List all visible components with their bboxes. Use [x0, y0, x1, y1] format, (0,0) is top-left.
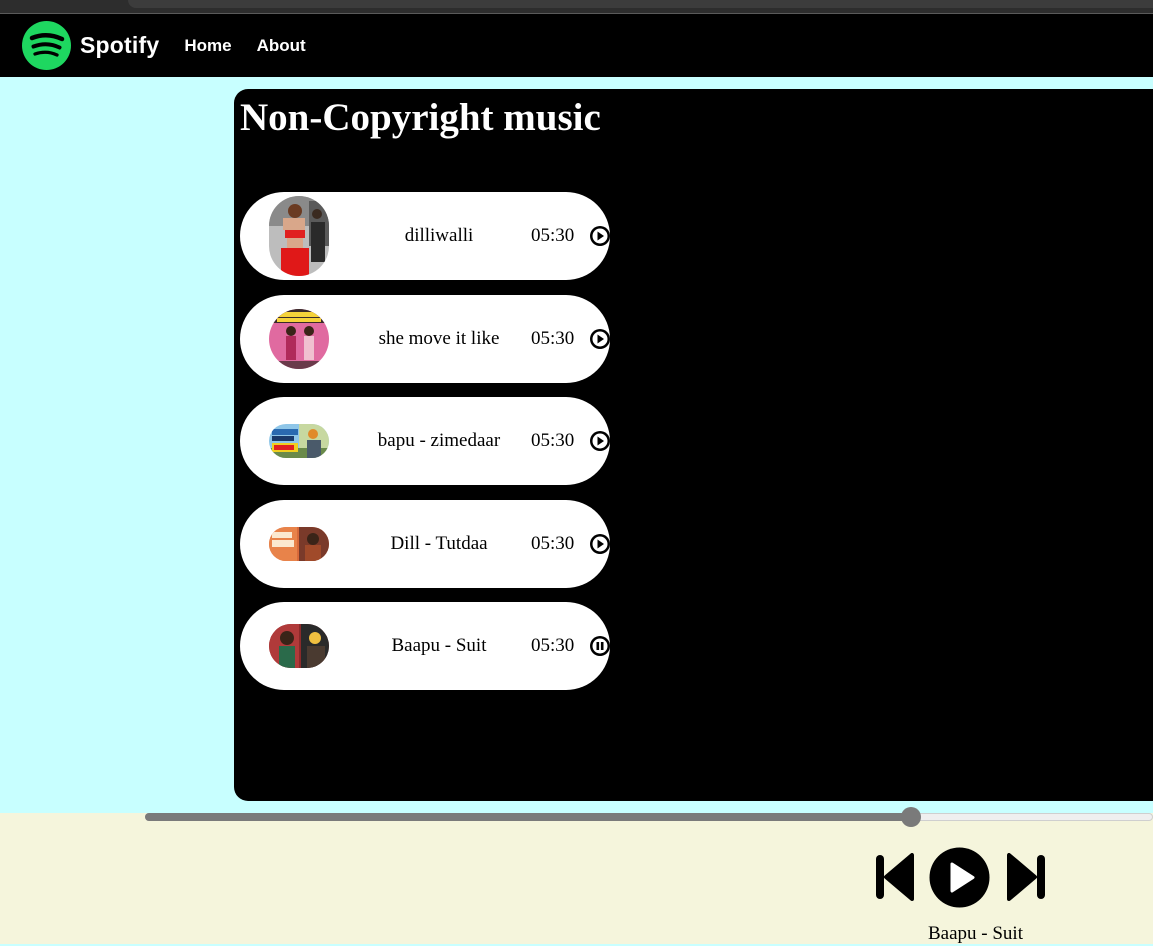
playback-controls	[874, 847, 1049, 908]
play-icon[interactable]	[929, 847, 990, 908]
progress-slider[interactable]	[145, 807, 1153, 827]
play-icon[interactable]	[589, 225, 611, 247]
play-icon[interactable]	[589, 430, 611, 452]
browser-tab-edge	[128, 0, 1153, 8]
song-item[interactable]: bapu - zimedaar 05:30	[240, 397, 610, 485]
song-duration: 05:30	[531, 328, 575, 349]
play-icon[interactable]	[589, 533, 611, 555]
brand-name: Spotify	[80, 32, 160, 58]
pause-icon[interactable]	[589, 635, 611, 657]
progress-fill	[145, 813, 911, 821]
song-title: bapu - zimedaar	[377, 430, 501, 451]
play-icon[interactable]	[589, 328, 611, 350]
previous-icon[interactable]	[874, 853, 914, 901]
song-cover-image	[269, 624, 329, 668]
song-title: dilliwalli	[404, 225, 474, 246]
song-list-panel: Non-Copyright music dilliwalli 05:30 she…	[234, 89, 1153, 801]
song-duration: 05:30	[531, 533, 575, 554]
now-playing-title: Baapu - Suit	[928, 923, 1023, 944]
song-item[interactable]: Dill - Tutdaa 05:30	[240, 500, 610, 588]
nav-link-about[interactable]: About	[257, 36, 306, 56]
nav-link-home[interactable]: Home	[184, 36, 231, 56]
song-cover-image	[269, 309, 329, 369]
player-bar: Baapu - Suit	[0, 807, 1153, 946]
song-duration: 05:30	[531, 430, 575, 451]
next-icon[interactable]	[1007, 853, 1047, 901]
song-title: Baapu - Suit	[391, 635, 487, 656]
song-item[interactable]: dilliwalli 05:30	[240, 192, 610, 280]
song-cover-image	[269, 424, 329, 458]
spotify-logo-icon[interactable]	[22, 21, 71, 70]
browser-chrome	[0, 0, 1153, 14]
song-item[interactable]: Baapu - Suit 05:30	[240, 602, 610, 690]
song-cover-image	[269, 527, 329, 561]
song-title: she move it like	[378, 328, 500, 349]
page-title: Non-Copyright music	[240, 96, 601, 139]
song-duration: 05:30	[531, 635, 575, 656]
song-item[interactable]: she move it like 05:30	[240, 295, 610, 383]
song-duration: 05:30	[531, 225, 575, 246]
song-cover-image	[269, 196, 329, 276]
song-title: Dill - Tutdaa	[390, 533, 488, 554]
navbar: Spotify Home About	[0, 14, 1153, 77]
progress-thumb[interactable]	[901, 807, 921, 827]
